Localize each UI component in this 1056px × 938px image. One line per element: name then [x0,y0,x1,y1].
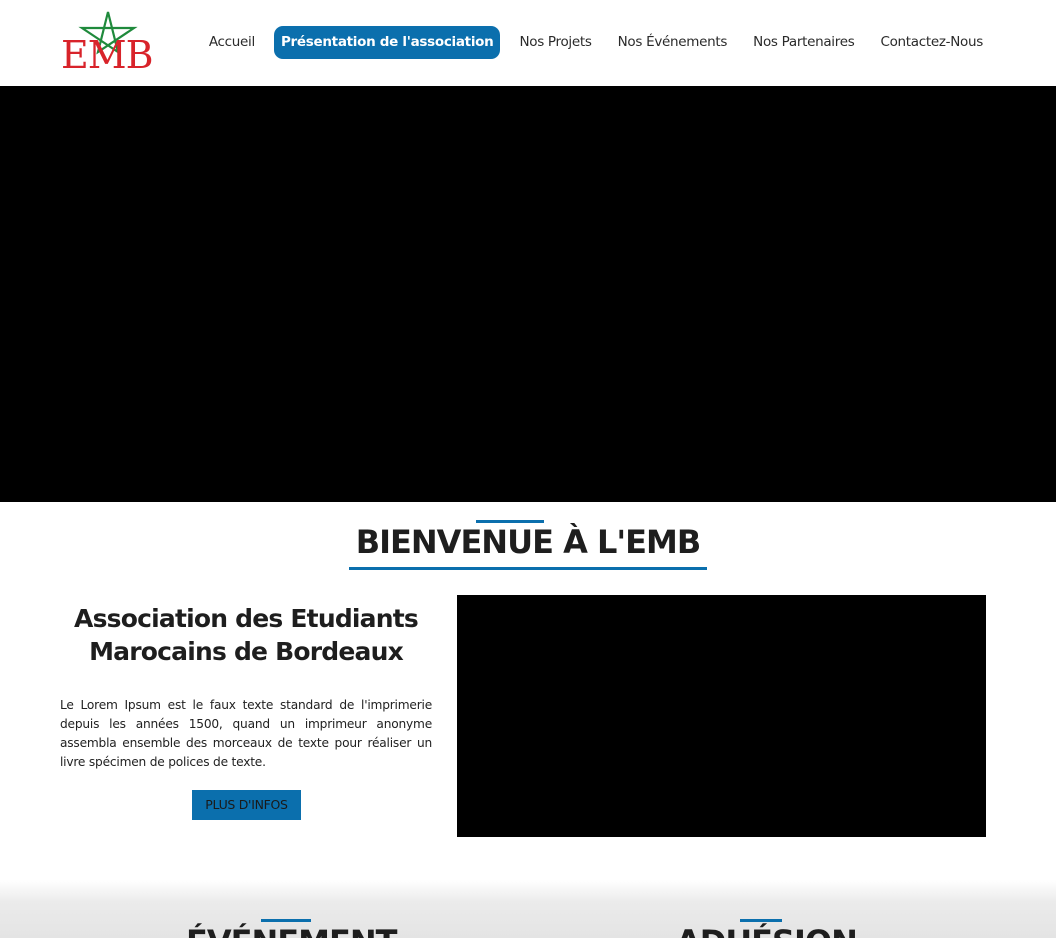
title-accent-bar [475,520,544,523]
nav-item-partenaires[interactable]: Nos Partenaires [740,26,867,59]
emb-logo[interactable]: EMB [58,8,164,74]
more-info-button[interactable]: PLUS D'INFOS [192,790,301,820]
events-title: ÉVÉNEMENT [186,922,397,938]
intro-text: Le Lorem Ipsum est le faux texte standar… [60,698,432,769]
nav-item-accueil[interactable]: Accueil [196,26,268,59]
intro-panel: Association des Etudiants Marocains de B… [60,602,432,820]
welcome-title: BIENVENUE À L'EMB [355,523,702,561]
events-membership-section: ÉVÉNEMENT ADHÉSION [0,880,1056,938]
intro-title: Association des Etudiants Marocains de B… [74,604,419,666]
welcome-section: BIENVENUE À L'EMB [0,502,1056,570]
hero-banner [0,86,1056,502]
logo-text: EMB [61,33,154,77]
main-nav: Accueil Présentation de l'association No… [209,26,996,59]
nav-item-evenements[interactable]: Nos Événements [605,26,741,59]
nav-item-contact[interactable]: Contactez-Nous [867,26,996,59]
site-header: EMB Accueil Présentation de l'associatio… [0,0,1056,86]
video-player[interactable] [457,595,986,837]
membership-title: ADHÉSION [676,922,858,938]
nav-item-presentation[interactable]: Présentation de l'association [273,26,501,59]
nav-item-projets[interactable]: Nos Projets [506,26,604,59]
title-underline [348,567,708,570]
